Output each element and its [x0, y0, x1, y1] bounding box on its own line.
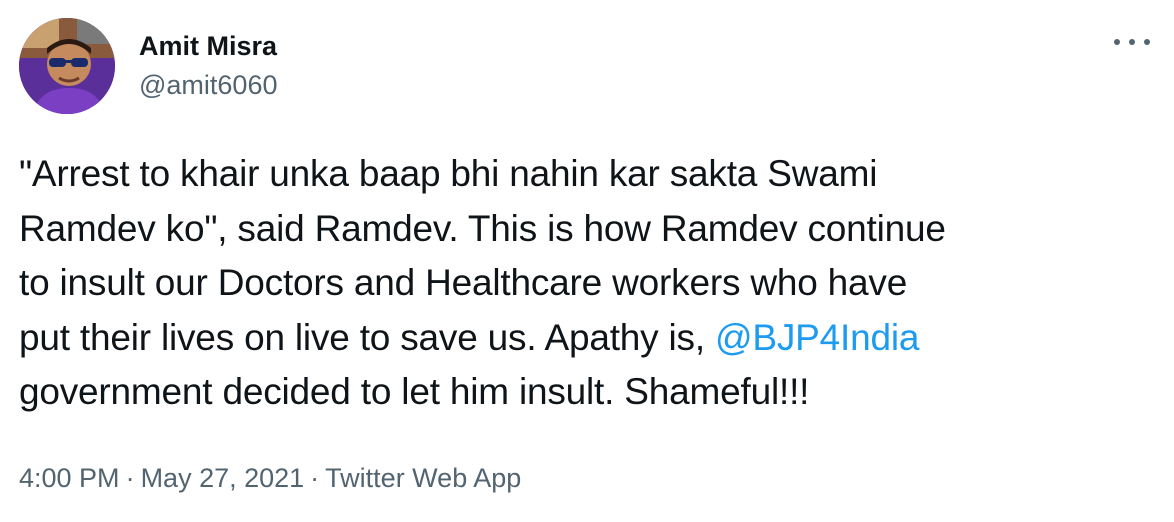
- tweet-date[interactable]: May 27, 2021: [141, 463, 305, 493]
- tweet-text-line: Ramdev ko", said Ramdev. This is how Ram…: [19, 207, 946, 249]
- tweet-text: "Arrest to khair unka baap bhi nahin kar…: [19, 147, 1159, 420]
- tweet-text-line: put their lives on live to save us. Apat…: [19, 311, 1159, 366]
- tweet-text-line: government decided to let him insult. Sh…: [19, 371, 810, 412]
- avatar[interactable]: [19, 18, 115, 114]
- tweet-text-segment: put their lives on live to save us. Apat…: [19, 316, 716, 358]
- tweet-time[interactable]: 4:00 PM: [19, 463, 120, 493]
- tweet-meta: 4:00 PM · May 27, 2021 · Twitter Web App: [19, 461, 521, 495]
- meta-separator: ·: [125, 463, 135, 493]
- tweet-card: Amit Misra @amit6060 "Arrest to khair un…: [0, 0, 1174, 522]
- more-dots-icon: [1129, 39, 1135, 45]
- tweet-text-line: "Arrest to khair unka baap bhi nahin kar…: [19, 153, 878, 194]
- author-display-name[interactable]: Amit Misra: [139, 30, 277, 62]
- meta-separator: ·: [310, 463, 320, 493]
- avatar-photo-icon: [19, 18, 115, 114]
- tweet-text-line: to insult our Doctors and Healthcare wor…: [19, 262, 908, 303]
- more-options-button[interactable]: [1112, 26, 1152, 58]
- more-dots-icon: [1144, 39, 1150, 45]
- more-dots-icon: [1114, 39, 1120, 45]
- mention-link[interactable]: @BJP4India: [715, 317, 919, 358]
- author-handle[interactable]: @amit6060: [139, 69, 277, 101]
- tweet-source[interactable]: Twitter Web App: [325, 463, 521, 493]
